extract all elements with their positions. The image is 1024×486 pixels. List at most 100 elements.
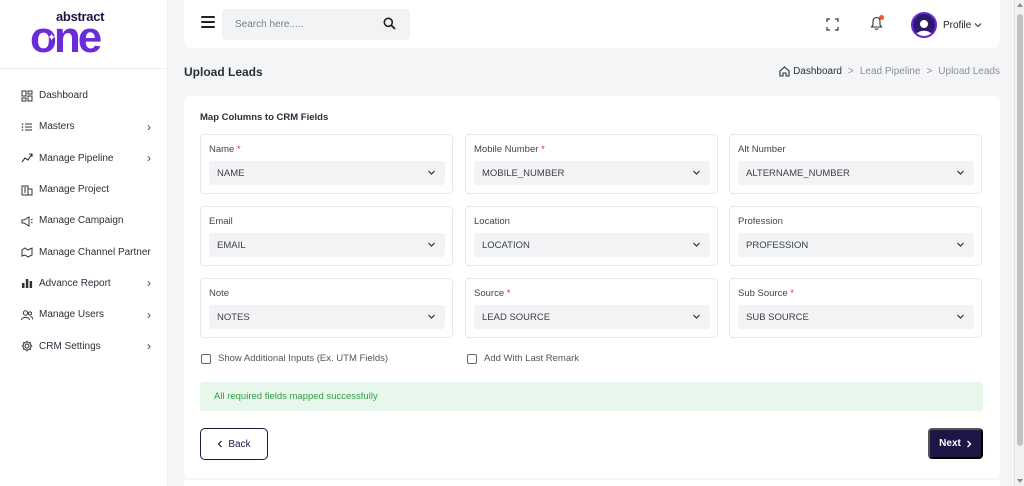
sidebar-item-label: Masters xyxy=(39,121,75,133)
chevron-right-icon: › xyxy=(147,307,151,322)
chevron-down-icon xyxy=(974,20,982,31)
sparkle-icon: ✦ xyxy=(47,32,57,44)
sidebar-item-label: Dashboard xyxy=(39,90,88,102)
field-label: Note xyxy=(209,288,230,299)
chevron-down-icon xyxy=(427,240,436,252)
field-label: Alt Number xyxy=(738,144,786,155)
next-button[interactable]: Next xyxy=(928,428,983,459)
breadcrumb: Dashboard > Lead Pipeline > Upload Leads xyxy=(779,66,1000,77)
note-select[interactable]: NOTES xyxy=(209,305,445,329)
back-button[interactable]: Back xyxy=(200,428,268,460)
fullscreen-icon[interactable] xyxy=(826,18,839,34)
bar-chart-icon xyxy=(20,276,34,290)
sidebar-item-manage-channel-partner[interactable]: Manage Channel Partner xyxy=(0,236,167,267)
add-with-last-remark-checkbox[interactable]: Add With Last Remark xyxy=(467,353,579,364)
sidebar-item-manage-campaign[interactable]: Manage Campaign xyxy=(0,205,167,236)
field-email: Email EMAIL xyxy=(200,206,453,266)
brand-logo[interactable]: abstract one ✦ xyxy=(0,0,167,69)
field-label: Name * xyxy=(209,144,241,155)
source-select[interactable]: LEAD SOURCE xyxy=(474,305,710,329)
hamburger-menu-icon[interactable] xyxy=(201,15,215,29)
field-note: Note NOTES xyxy=(200,278,453,338)
field-label: Email xyxy=(209,216,233,227)
sidebar-item-label: Manage Campaign xyxy=(39,215,124,227)
field-name: Name * NAME xyxy=(200,134,453,194)
chevron-right-icon xyxy=(966,440,972,448)
checkbox-label: Add With Last Remark xyxy=(484,353,580,364)
sidebar-item-advance-report[interactable]: Advance Report › xyxy=(0,268,167,299)
chevron-right-icon: › xyxy=(147,339,151,354)
handshake-icon xyxy=(20,245,34,259)
chevron-right-icon: › xyxy=(147,119,151,134)
sidebar-nav: Dashboard Masters › Manage Pipeline › Ma… xyxy=(0,80,167,362)
checkbox-box[interactable] xyxy=(201,353,211,364)
alt-number-select[interactable]: ALTERNAME_NUMBER xyxy=(738,161,974,185)
search-input[interactable] xyxy=(222,9,372,40)
list-icon xyxy=(20,120,34,134)
chevron-down-icon xyxy=(427,168,436,180)
sidebar-item-manage-pipeline[interactable]: Manage Pipeline › xyxy=(0,143,167,174)
checkbox-label: Show Additional Inputs (Ex. UTM Fields) xyxy=(218,353,389,364)
chevron-down-icon xyxy=(956,240,965,252)
sub-source-select[interactable]: SUB SOURCE xyxy=(738,305,974,329)
profession-select[interactable]: PROFESSION xyxy=(738,233,974,257)
chevron-down-icon xyxy=(692,240,701,252)
sidebar-item-label: Manage Users xyxy=(39,309,105,321)
chevron-down-icon xyxy=(427,312,436,324)
chevron-down-icon xyxy=(956,312,965,324)
scrollbar-thumb[interactable] xyxy=(1017,14,1023,446)
field-alt-number: Alt Number ALTERNAME_NUMBER xyxy=(729,134,982,194)
page-scrollbar[interactable] xyxy=(1014,0,1024,486)
chevron-down-icon xyxy=(692,168,701,180)
gear-icon xyxy=(20,339,34,353)
notification-dot xyxy=(879,15,884,20)
chevron-right-icon: › xyxy=(147,151,151,166)
megaphone-icon xyxy=(20,214,34,228)
breadcrumb-current: Upload Leads xyxy=(938,66,1000,77)
sidebar-item-dashboard[interactable]: Dashboard xyxy=(0,80,167,111)
email-select[interactable]: EMAIL xyxy=(209,233,445,257)
search-box xyxy=(222,9,410,40)
field-label: Sub Source * xyxy=(738,288,794,299)
breadcrumb-separator: > xyxy=(847,66,854,77)
breadcrumb-home[interactable]: Dashboard xyxy=(779,66,842,77)
field-location: Location LOCATION xyxy=(465,206,718,266)
next-button-label: Next xyxy=(939,438,961,449)
scroll-down-arrow-icon[interactable] xyxy=(1017,479,1023,483)
form-title: Map Columns to CRM Fields xyxy=(200,112,329,123)
field-mobile-number: Mobile Number * MOBILE_NUMBER xyxy=(465,134,718,194)
scroll-up-arrow-icon[interactable] xyxy=(1017,3,1023,7)
location-select[interactable]: LOCATION xyxy=(474,233,710,257)
field-label: Mobile Number * xyxy=(474,144,545,155)
bell-icon[interactable] xyxy=(870,15,884,34)
pipeline-icon xyxy=(20,151,34,165)
profile-menu[interactable]: Profile xyxy=(911,12,982,38)
search-icon[interactable] xyxy=(383,17,396,33)
upload-leads-card: Map Columns to CRM Fields Name * NAME Mo… xyxy=(184,96,1000,478)
field-sub-source: Sub Source * SUB SOURCE xyxy=(729,278,982,338)
sidebar-item-manage-users[interactable]: Manage Users › xyxy=(0,299,167,330)
chevron-left-icon xyxy=(217,440,223,448)
breadcrumb-lead-pipeline[interactable]: Lead Pipeline xyxy=(860,66,921,77)
mobile-number-select[interactable]: MOBILE_NUMBER xyxy=(474,161,710,185)
sidebar-item-label: CRM Settings xyxy=(39,340,101,352)
sidebar-item-label: Manage Channel Partner xyxy=(39,246,151,258)
brand-logo-bottom: one xyxy=(30,13,102,62)
topbar: Profile xyxy=(184,0,1000,48)
chevron-right-icon: › xyxy=(147,276,151,291)
sidebar-item-manage-project[interactable]: Manage Project xyxy=(0,174,167,205)
name-select[interactable]: NAME xyxy=(209,161,445,185)
field-label: Profession xyxy=(738,216,783,227)
page-title: Upload Leads xyxy=(184,65,263,79)
sidebar-item-label: Manage Project xyxy=(39,184,110,196)
users-icon xyxy=(20,308,34,322)
field-profession: Profession PROFESSION xyxy=(729,206,982,266)
chevron-down-icon xyxy=(956,168,965,180)
show-additional-inputs-checkbox[interactable]: Show Additional Inputs (Ex. UTM Fields) xyxy=(201,353,388,364)
profile-label: Profile xyxy=(943,19,972,31)
avatar xyxy=(911,12,937,38)
sidebar-item-masters[interactable]: Masters › xyxy=(0,111,167,142)
checkbox-box[interactable] xyxy=(467,353,477,364)
sidebar-item-crm-settings[interactable]: CRM Settings › xyxy=(0,330,167,361)
home-icon xyxy=(779,66,790,77)
